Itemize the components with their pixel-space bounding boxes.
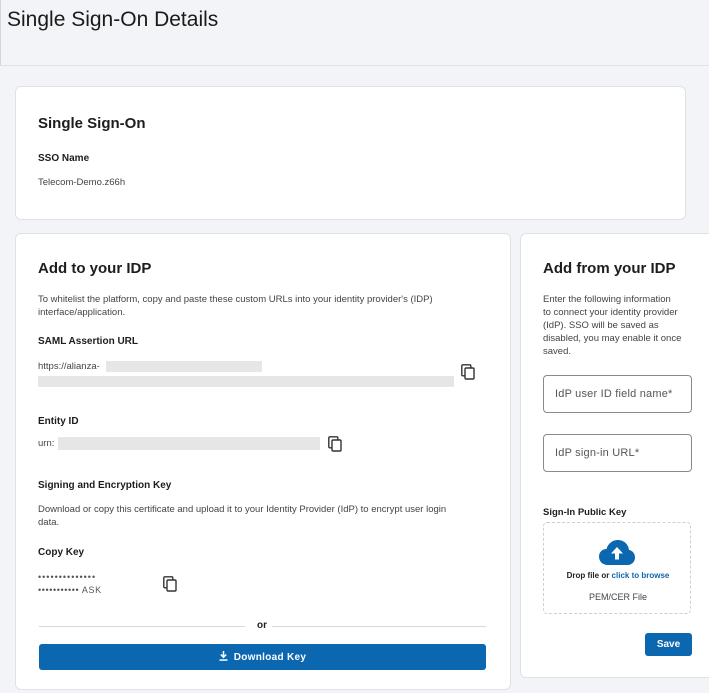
add-card-title: Add to your IDP xyxy=(38,260,152,277)
sso-card-title: Single Sign-On xyxy=(38,115,146,132)
sso-name-label: SSO Name xyxy=(38,153,90,164)
key-masked-line2: ••••••••••• ASK xyxy=(38,585,102,595)
or-divider-text: or xyxy=(257,620,267,631)
sso-card: Single Sign-On SSO Name Telecom-Demo.z66… xyxy=(15,86,686,220)
file-dropzone[interactable]: Drop file or click to browse PEM/CER Fil… xyxy=(543,522,691,614)
add-card-intro-line2: interface/application. xyxy=(38,307,126,318)
from-card-desc-line1: Enter the following information xyxy=(543,294,671,305)
copy-key-label: Copy Key xyxy=(38,547,85,558)
add-card-intro-line1: To whitelist the platform, copy and past… xyxy=(38,294,433,305)
add-to-idp-card: Add to your IDP To whitelist the platfor… xyxy=(15,233,511,690)
add-from-idp-card: Add from your IDP Enter the following in… xyxy=(520,233,709,678)
copy-saml-url-icon[interactable] xyxy=(461,364,475,380)
page-header: Single Sign-On Details xyxy=(0,0,709,66)
entity-id-label: Entity ID xyxy=(38,416,79,427)
key-masked-line1: •••••••••••••• xyxy=(38,572,97,582)
divider-left xyxy=(39,626,245,627)
click-to-browse-link[interactable]: click to browse xyxy=(612,571,670,580)
from-card-desc-line3: (IdP). SSO will be saved as xyxy=(543,320,659,331)
cloud-upload-icon xyxy=(599,540,635,571)
file-types-text: PEM/CER File xyxy=(588,592,647,602)
copy-key-icon[interactable] xyxy=(163,576,177,592)
saml-url-label: SAML Assertion URL xyxy=(38,336,139,347)
download-icon xyxy=(219,650,228,664)
saml-url-redaction-line2 xyxy=(38,376,454,387)
page-title: Single Sign-On Details xyxy=(7,8,219,31)
copy-entity-id-icon[interactable] xyxy=(328,436,342,452)
download-key-button[interactable]: Download Key xyxy=(39,644,486,670)
from-card-desc-line2: to connect your identity provider xyxy=(543,307,678,318)
signing-key-label: Signing and Encryption Key xyxy=(38,480,172,491)
public-key-label: Sign-In Public Key xyxy=(543,507,627,518)
save-button[interactable]: Save xyxy=(645,633,692,656)
entity-id-value: urn: xyxy=(38,438,55,449)
drop-file-text: Drop file or xyxy=(566,571,612,580)
dropzone-text: Drop file or click to browse xyxy=(544,571,692,580)
divider-right xyxy=(272,626,486,627)
download-key-label: Download Key xyxy=(233,651,307,663)
idp-sign-in-url-field[interactable]: IdP sign-in URL* xyxy=(543,434,692,472)
sso-name-value: Telecom-Demo.z66h xyxy=(38,177,126,188)
signing-key-desc-line2: data. xyxy=(38,517,60,528)
entity-id-redaction xyxy=(58,437,320,450)
from-card-title: Add from your IDP xyxy=(543,260,676,277)
saml-url-redaction xyxy=(106,361,262,372)
saml-url-value: https://alianza- xyxy=(38,361,100,372)
from-card-desc-line4: disabled, you may enable it once xyxy=(543,333,682,344)
signing-key-desc-line1: Download or copy this certificate and up… xyxy=(38,504,447,515)
from-card-desc-line5: saved. xyxy=(543,346,571,357)
idp-user-id-field[interactable]: IdP user ID field name* xyxy=(543,375,692,413)
